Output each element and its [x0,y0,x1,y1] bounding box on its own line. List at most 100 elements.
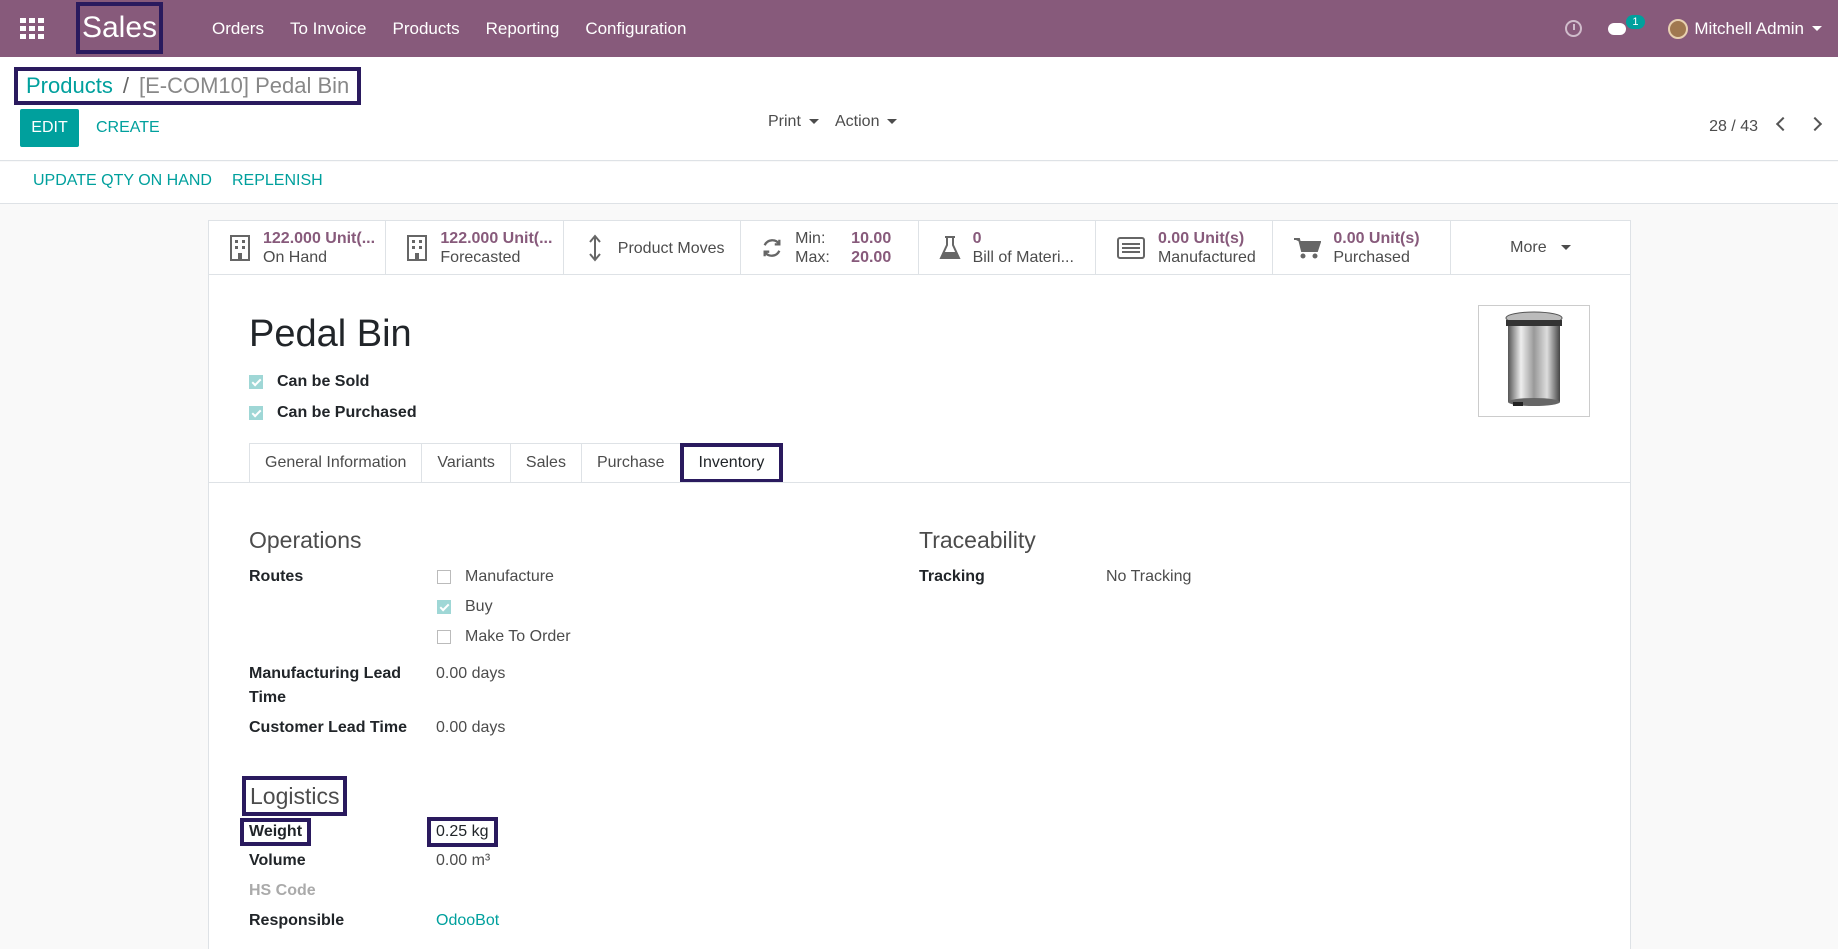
on-hand-value: 122.000 Unit(... [263,230,376,247]
chevron-down-icon [808,119,819,125]
purchased-value: 0.00 Unit(s) [1333,230,1420,247]
form-sheet: 122.000 Unit(... On Hand 122.000 Unit(...… [208,220,1631,949]
can-be-purchased-label: Can be Purchased [277,404,417,421]
product-moves-label: Product Moves [617,239,725,257]
manufactured-button[interactable]: 0.00 Unit(s) Manufactured [1096,221,1274,275]
forecasted-button[interactable]: 122.000 Unit(... Forecasted [386,221,564,275]
max-label: Max: [795,249,830,266]
flask-icon [938,235,961,261]
route-manufacture: Manufacture [437,568,554,586]
chevron-down-icon [887,119,898,125]
pager-value[interactable]: 28 / 43 [1709,118,1758,136]
menu-configuration[interactable]: Configuration [585,19,686,39]
tab-sales[interactable]: Sales [509,443,581,483]
tracking-value: No Tracking [1106,568,1192,585]
product-image[interactable] [1478,305,1590,417]
volume-unit: m³ [471,852,491,869]
breadcrumb-separator: / [122,73,129,98]
mfg-lead-label-line1: Manufacturing Lead [249,665,402,682]
user-menu[interactable]: Mitchell Admin [1694,19,1804,39]
navbar-systray: 1 Mitchell Admin [1565,0,1822,57]
menu-reporting[interactable]: Reporting [486,19,560,39]
route-mto-label: Make To Order [465,628,571,645]
create-button[interactable]: CREATE [96,109,160,147]
min-label: Min: [795,230,826,247]
purchased-label: Purchased [1333,249,1410,266]
routes-label: Routes [249,568,304,585]
mfg-lead-value: 0.00 days [436,665,506,682]
chevron-down-icon [1812,26,1822,31]
route-buy-label: Buy [465,598,493,615]
action-dropdown[interactable]: Action [835,113,898,131]
route-manufacture-checkbox[interactable] [437,570,451,584]
volume-label: Volume [249,852,306,869]
user-avatar[interactable] [1668,18,1689,39]
chat-count-badge: 1 [1626,14,1645,29]
pager-next-icon[interactable] [1807,116,1823,132]
activity-clock-icon[interactable] [1565,20,1583,37]
weight-label: Weight [240,818,312,846]
notebook-tabs: General Information Variants Sales Purch… [249,443,784,483]
bom-value: 0 [972,230,982,247]
pager-previous-icon[interactable] [1775,116,1791,132]
breadcrumb: Products / [E-COM10] Pedal Bin [14,67,362,105]
purchased-button[interactable]: 0.00 Unit(s) Purchased [1273,221,1451,275]
route-buy-checkbox[interactable] [437,600,451,614]
bom-button[interactable]: 0 Bill of Materi... [919,221,1096,275]
volume-value: 0.00 [436,852,468,869]
arrows-vertical-icon [584,234,606,262]
apps-menu-icon[interactable] [20,18,44,39]
tab-variants[interactable]: Variants [421,443,510,483]
can-be-purchased-checkbox[interactable] [249,406,263,420]
weight-field[interactable]: 0.25 kg [427,817,498,847]
more-button[interactable]: More [1451,221,1630,274]
can-be-sold-row: Can be Sold [249,373,369,391]
min-max-button[interactable]: Min: 10.00 Max: 20.00 [741,221,919,275]
list-alt-icon [1116,235,1146,261]
forecasted-value: 122.000 Unit(... [440,230,553,247]
responsible-label: Responsible [249,912,345,929]
breadcrumb-current: [E-COM10] Pedal Bin [138,73,350,98]
route-buy: Buy [437,598,493,616]
smart-button-box: 122.000 Unit(... On Hand 122.000 Unit(...… [209,221,1630,275]
weight-value: 0.25 [436,823,468,840]
can-be-sold-checkbox[interactable] [249,375,263,389]
print-label: Print [768,113,801,130]
route-mto-checkbox[interactable] [437,630,451,644]
route-make-to-order: Make To Order [437,628,571,646]
form-statusbar: UPDATE QTY ON HAND REPLENISH [0,162,1838,204]
can-be-sold-label: Can be Sold [277,373,370,390]
tab-general-information[interactable]: General Information [249,443,422,483]
tab-purchase[interactable]: Purchase [580,443,680,483]
main-menu: Orders To Invoice Products Reporting Con… [212,0,712,57]
control-panel: Products / [E-COM10] Pedal Bin EDIT CREA… [0,57,1838,161]
on-hand-button[interactable]: 122.000 Unit(... On Hand [209,221,387,275]
shopping-cart-icon [1293,235,1322,261]
top-navbar: Sales Orders To Invoice Products Reporti… [0,0,1838,57]
action-label: Action [835,113,880,130]
building-icon [229,235,251,261]
edit-button[interactable]: EDIT [20,109,79,147]
traceability-title: Traceability [919,527,1036,553]
bom-label: Bill of Materi... [972,249,1074,266]
responsible-link[interactable]: OdooBot [436,912,499,930]
replenish-button[interactable]: REPLENISH [232,172,323,190]
menu-products[interactable]: Products [393,19,460,39]
more-label: More [1510,238,1547,256]
chat-icon[interactable]: 1 [1608,14,1645,37]
print-dropdown[interactable]: Print [768,113,819,131]
app-brand[interactable]: Sales [76,2,163,54]
forecasted-label: Forecasted [440,249,521,266]
customer-lead-value: 0.00 days [436,719,506,736]
can-be-purchased-row: Can be Purchased [249,404,417,422]
min-value: 10.00 [851,230,892,247]
update-qty-button[interactable]: UPDATE QTY ON HAND [33,172,212,190]
menu-to-invoice[interactable]: To Invoice [290,19,367,39]
menu-orders[interactable]: Orders [212,19,264,39]
tab-inventory[interactable]: Inventory [679,443,784,483]
mfg-lead-label-line2: Time [249,689,287,706]
customer-lead-label: Customer Lead Time [249,719,407,736]
tracking-label: Tracking [919,568,985,585]
product-moves-button[interactable]: Product Moves [564,221,742,275]
breadcrumb-products-link[interactable]: Products [26,73,113,99]
